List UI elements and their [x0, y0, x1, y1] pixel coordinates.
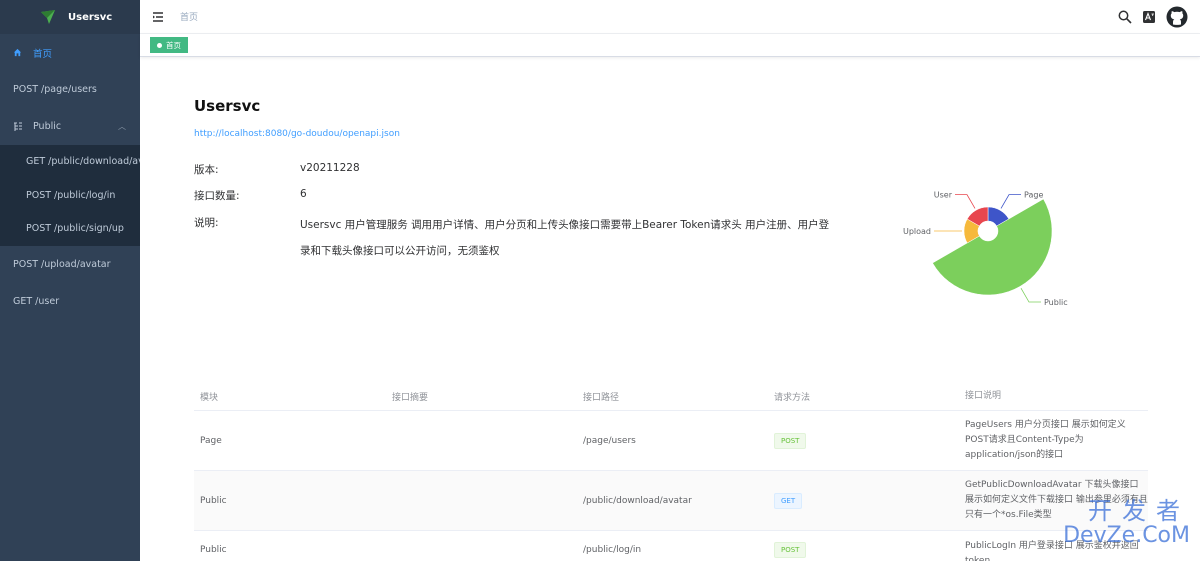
pie-label-page: Page — [1024, 191, 1043, 200]
table-row[interactable]: Page /page/users POST PageUsers 用户分页接口 展… — [194, 411, 1148, 471]
pie-leader-public — [1020, 287, 1041, 303]
table-row[interactable]: Public /public/log/in POST PublicLogIn 用… — [194, 531, 1148, 561]
navbar: 首页 — [140, 0, 1200, 34]
tag-label: 首页 — [166, 40, 181, 50]
col-header: 模块 — [200, 393, 219, 403]
cell-path: /public/download/avatar — [583, 495, 692, 506]
cell-method: POST — [768, 539, 959, 558]
logo[interactable]: Usersvc — [0, 0, 140, 34]
col-header: 接口摘要 — [392, 393, 429, 403]
sidebar-item-log-in[interactable]: POST /public/log/in — [0, 179, 140, 213]
sidebar-item-upload-avatar[interactable]: POST /upload/avatar — [0, 246, 140, 283]
tags-view: 首页 — [140, 34, 1200, 57]
table-header: 模块 接口摘要 接口路径 请求方法 接口说明 — [194, 383, 1148, 411]
count-label: 接口数量: — [194, 190, 240, 202]
pie-label-public: Public — [1044, 298, 1068, 307]
cell-desc: PageUsers 用户分页接口 展示如何定义POST请求且Content-Ty… — [965, 420, 1126, 460]
method-badge: POST — [774, 432, 807, 449]
watermark-cn: 开发者 — [1088, 497, 1190, 525]
openapi-link[interactable]: http://localhost:8080/go-doudou/openapi.… — [194, 129, 400, 139]
pie-label-upload: Upload — [903, 227, 931, 236]
translate-icon[interactable] — [1142, 10, 1156, 24]
col-header: 接口路径 — [583, 393, 620, 403]
sidebar-group-public[interactable]: Public ︿ — [0, 108, 140, 145]
watermark-en: DevZe.CoM — [1063, 523, 1190, 548]
github-icon[interactable] — [1166, 6, 1188, 28]
sidebar-item-download-avatar[interactable]: GET /public/download/avatar — [0, 145, 140, 179]
main-content: Usersvc http://localhost:8080/go-doudou/… — [140, 57, 1200, 561]
version-label: 版本: — [194, 164, 219, 176]
count-value: 6 — [300, 188, 307, 200]
table-row[interactable]: Public /public/download/avatar GET GetPu… — [194, 471, 1148, 531]
sidebar-item-label: GET /user — [13, 295, 60, 307]
cell-path: /page/users — [583, 435, 636, 446]
cell-module: Public — [200, 495, 227, 506]
sidebar-item-label: Public — [33, 121, 62, 132]
watermark: 开发者 DevZe.CoM — [1063, 498, 1190, 548]
method-badge: POST — [774, 542, 807, 558]
sidebar-item-label: 首页 — [33, 48, 53, 60]
col-header: 请求方法 — [774, 393, 811, 403]
hamburger-icon[interactable] — [152, 11, 164, 23]
cell-path: /public/log/in — [583, 545, 642, 555]
pie-leader-page — [1000, 194, 1021, 209]
sidebar-submenu-public: GET /public/download/avatar POST /public… — [0, 145, 140, 246]
sidebar-item-label: POST /page/users — [13, 84, 97, 95]
tag-home[interactable]: 首页 — [150, 37, 188, 53]
breadcrumb[interactable]: 首页 — [180, 10, 198, 23]
sidebar-item-sign-up[interactable]: POST /public/sign/up — [0, 212, 140, 246]
desc-value: Usersvc 用户管理服务 调用用户详情、用户分页和上传头像接口需要带上Bea… — [300, 219, 830, 257]
api-table: 模块 接口摘要 接口路径 请求方法 接口说明 Page /page/users … — [194, 383, 1148, 561]
version-value: v20211228 — [300, 162, 360, 174]
page-title: Usersvc — [194, 97, 261, 115]
cell-module: Public — [200, 545, 227, 555]
sidebar-item-page-users[interactable]: POST /page/users — [0, 71, 140, 108]
method-badge: GET — [774, 492, 803, 509]
home-icon — [13, 48, 23, 57]
sidebar-item-label: POST /public/sign/up — [26, 223, 124, 235]
pie-label-user: User — [934, 191, 953, 200]
sidebar-item-label: POST /public/log/in — [26, 189, 116, 201]
sidebar-item-user[interactable]: GET /user — [0, 283, 140, 320]
col-header: 接口说明 — [965, 391, 1002, 401]
pie-leader-user — [955, 194, 976, 209]
cell-module: Page — [200, 435, 222, 446]
navbar-actions — [1118, 6, 1188, 28]
module-pie-chart: Page Public Upload User — [903, 191, 1068, 307]
tree-icon — [13, 122, 23, 132]
logo-icon — [41, 10, 55, 24]
sidebar-item-home[interactable]: 首页 — [0, 34, 140, 71]
app-title: Usersvc — [68, 11, 113, 23]
sidebar-item-label: GET /public/download/avatar — [26, 156, 140, 168]
desc-label: 说明: — [194, 217, 219, 229]
cell-method: GET — [768, 492, 959, 509]
search-icon[interactable] — [1118, 10, 1132, 24]
chevron-up-icon: ︿ — [118, 122, 126, 131]
cell-method: POST — [768, 432, 959, 449]
sidebar: Usersvc 首页 POST /page/users Public ︿ GET… — [0, 0, 140, 561]
dot-icon — [157, 42, 162, 48]
sidebar-item-label: POST /upload/avatar — [13, 258, 111, 270]
